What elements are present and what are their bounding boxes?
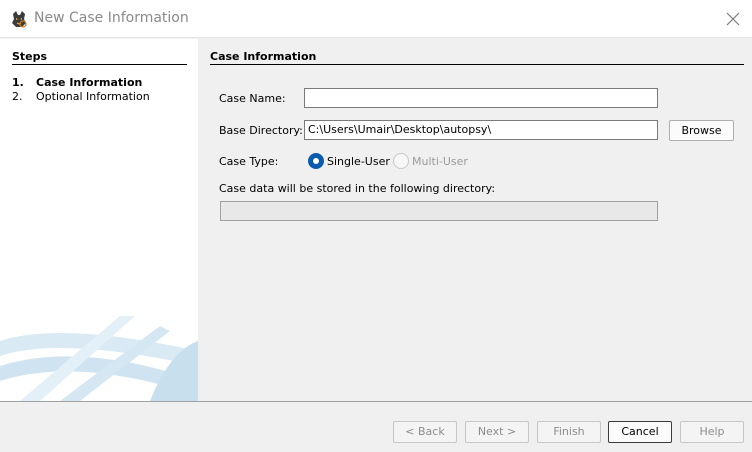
step-number: 1.: [12, 76, 24, 89]
autopsy-dog-icon: [12, 11, 27, 28]
step-label: Optional Information: [36, 90, 150, 103]
case-name-input[interactable]: [304, 88, 658, 108]
panel-divider: [210, 64, 744, 65]
stored-directory-label: Case data will be stored in the followin…: [219, 182, 496, 195]
single-user-radio[interactable]: Single-User: [308, 153, 390, 169]
step-case-information: 1. Case Information: [12, 76, 142, 89]
steps-pane: Steps 1. Case Information 2. Optional Info…: [0, 39, 198, 401]
radio-selected-icon: [308, 153, 324, 169]
panel-heading: Case Information: [210, 50, 317, 63]
step-number: 2.: [12, 90, 23, 103]
finish-button[interactable]: Finish: [537, 421, 601, 443]
wizard-button-bar: < Back Next > Finish Cancel Help: [0, 401, 752, 452]
next-button[interactable]: Next >: [465, 421, 529, 443]
step-optional-information: 2. Optional Information: [12, 90, 150, 103]
content-pane: Case Information Case Name: Base Directo…: [198, 39, 752, 401]
decorative-swoosh-graphic: [0, 316, 198, 401]
steps-divider: [12, 64, 187, 65]
multi-user-radio[interactable]: Multi-User: [393, 153, 468, 169]
case-type-label: Case Type:: [219, 155, 279, 168]
base-directory-label: Base Directory:: [219, 124, 303, 137]
step-label: Case Information: [36, 76, 143, 89]
base-directory-input[interactable]: C:\Users\Umair\Desktop\autopsy\: [304, 120, 658, 140]
close-icon[interactable]: [722, 8, 744, 30]
single-user-label: Single-User: [327, 154, 390, 168]
help-button[interactable]: Help: [680, 421, 744, 443]
browse-button[interactable]: Browse: [669, 120, 734, 141]
back-button[interactable]: < Back: [393, 421, 457, 443]
case-name-label: Case Name:: [219, 92, 286, 105]
cancel-button[interactable]: Cancel: [608, 421, 672, 443]
multi-user-label: Multi-User: [412, 154, 468, 168]
title-bar: New Case Information: [0, 0, 752, 38]
window-title: New Case Information: [34, 10, 189, 26]
radio-unselected-icon: [393, 153, 409, 169]
steps-heading: Steps: [12, 50, 48, 63]
stored-directory-field: [220, 201, 658, 221]
